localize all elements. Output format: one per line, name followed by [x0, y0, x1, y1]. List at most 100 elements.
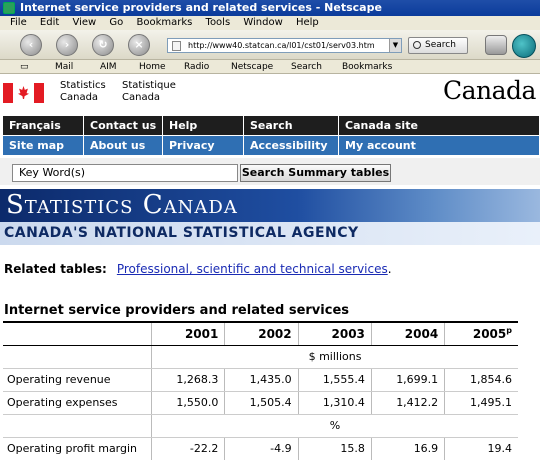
nav-my-account[interactable]: My account [339, 136, 540, 156]
unit-row: $ millions [3, 345, 518, 369]
banner-title: Statistics Canada [0, 189, 540, 222]
table-cell: -4.9 [224, 437, 299, 460]
header-year: 2001 [151, 321, 225, 346]
statcan-name-fr: Statistique Canada [122, 80, 176, 103]
table-cell: 1,268.3 [151, 368, 225, 392]
nav-site-map[interactable]: Site map [3, 136, 84, 156]
nav-francais[interactable]: Français [3, 116, 84, 136]
bookmark-aim[interactable]: AIM [100, 60, 117, 74]
related-tables-suffix: . [387, 262, 392, 276]
nav-privacy[interactable]: Privacy [163, 136, 244, 156]
nav-help[interactable]: Help [163, 116, 244, 136]
back-button[interactable]: ‹ [20, 34, 42, 56]
table-cell: 1,550.0 [151, 391, 225, 415]
table-row: Operating expenses 1,550.0 1,505.4 1,310… [3, 391, 518, 415]
header-year-text: 2005 [472, 327, 507, 342]
table-cell: 1,310.4 [297, 391, 372, 415]
statcan-name-en: Statistics Canada [60, 80, 106, 103]
table-cell: 1,495.1 [444, 391, 518, 415]
reload-button[interactable]: ↻ [92, 34, 114, 56]
tab-icon[interactable]: ▭ [20, 60, 29, 74]
canada-flag-icon [3, 83, 44, 103]
bookmark-mail[interactable]: Mail [55, 60, 73, 74]
menu-tools[interactable]: Tools [206, 17, 231, 28]
table-title: Internet service providers and related s… [4, 303, 350, 318]
url-field[interactable]: http://www40.statcan.ca/l01/cst01/serv03… [167, 38, 402, 53]
nav-about-us[interactable]: About us [84, 136, 163, 156]
netscape-throbber-icon[interactable] [512, 34, 536, 58]
table-cell: -22.2 [151, 437, 225, 460]
unit-millions: $ millions [151, 345, 518, 369]
bookmark-search[interactable]: Search [291, 60, 322, 74]
forward-button[interactable]: › [56, 34, 78, 56]
row-label: Operating profit margin [7, 442, 138, 456]
bookmark-radio[interactable]: Radio [184, 60, 209, 74]
related-tables-label: Related tables: [4, 262, 107, 276]
menu-file[interactable]: File [10, 17, 27, 28]
row-label: Operating expenses [3, 391, 152, 415]
menu-bar: File Edit View Go Bookmarks Tools Window… [0, 16, 540, 30]
window-title: Internet service providers and related s… [20, 1, 382, 14]
keyword-input[interactable]: Key Word(s) [12, 164, 238, 182]
url-text: http://www40.statcan.ca/l01/cst01/serv03… [188, 41, 375, 50]
table-row: Operating revenue 1,268.3 1,435.0 1,555.… [3, 368, 518, 392]
stop-button[interactable]: × [128, 34, 150, 56]
unit-percent: % [151, 414, 518, 438]
menu-go[interactable]: Go [109, 17, 123, 28]
nav-row-2: Site map About us Privacy Accessibility … [3, 136, 540, 156]
table-cell: 16.9 [370, 437, 445, 460]
keyword-search-row: Key Word(s) Search Summary tables [0, 158, 540, 185]
related-tables: Related tables: Professional, scientific … [4, 262, 392, 276]
netscape-icon [3, 2, 15, 14]
search-summary-tables-button[interactable]: Search Summary tables [240, 164, 391, 182]
unit-row: % [3, 414, 518, 438]
navigation-toolbar: ‹ › ↻ × http://www40.statcan.ca/l01/cst0… [0, 30, 540, 60]
table-cell: 1,555.4 [297, 368, 372, 392]
header-blank [3, 321, 152, 346]
site-navigation: Français Contact us Help Search Canada s… [3, 116, 540, 156]
nav-canada-site[interactable]: Canada site [339, 116, 540, 136]
table-cell: 1,505.4 [224, 391, 299, 415]
menu-window[interactable]: Window [243, 17, 282, 28]
table-cell: 1,699.1 [370, 368, 445, 392]
table-cell: 19.4 [444, 437, 518, 460]
personal-toolbar: ▭ Mail AIM Home Radio Netscape Search Bo… [0, 60, 540, 74]
toolbar-search-label: Search [425, 40, 456, 50]
canada-wordmark: Canada [443, 76, 536, 105]
unit-blank [3, 414, 152, 438]
menu-help[interactable]: Help [296, 17, 319, 28]
table-header-row: 2001 2002 2003 2004 2005p [3, 321, 518, 346]
statcan-banner: Statistics Canada CANADA'S NATIONAL STAT… [0, 189, 540, 245]
banner-subtitle: CANADA'S NATIONAL STATISTICAL AGENCY [0, 222, 540, 245]
menu-edit[interactable]: Edit [40, 17, 59, 28]
page-content: Statistics Canada Statistique Canada Can… [0, 75, 540, 466]
bookmark-bookmarks[interactable]: Bookmarks [342, 60, 392, 74]
table-cell: 15.8 [297, 437, 372, 460]
url-dropdown-icon[interactable]: ▼ [389, 39, 401, 52]
nav-row-1: Français Contact us Help Search Canada s… [3, 116, 540, 136]
print-icon[interactable] [485, 35, 507, 55]
nav-contact-us[interactable]: Contact us [84, 116, 163, 136]
table-cell: 1,435.0 [224, 368, 299, 392]
search-icon [413, 41, 421, 49]
nav-accessibility[interactable]: Accessibility [244, 136, 339, 156]
table-cell: 1,412.2 [370, 391, 445, 415]
nav-search[interactable]: Search [244, 116, 339, 136]
table-cell: 1,854.6 [444, 368, 518, 392]
unit-blank [3, 345, 152, 369]
maple-leaf-icon [18, 86, 29, 99]
preliminary-marker: p [506, 326, 512, 336]
menu-bookmarks[interactable]: Bookmarks [136, 17, 192, 28]
row-label: Operating revenue [3, 368, 152, 392]
header-year: 2004 [370, 321, 445, 346]
menu-view[interactable]: View [72, 17, 96, 28]
bookmark-netscape[interactable]: Netscape [231, 60, 273, 74]
toolbar-search-button[interactable]: Search [408, 37, 468, 54]
related-tables-link[interactable]: Professional, scientific and technical s… [117, 262, 388, 276]
header-year: 2002 [224, 321, 299, 346]
bookmark-home[interactable]: Home [139, 60, 166, 74]
window-title-bar: Internet service providers and related s… [0, 0, 540, 16]
page-icon [172, 41, 181, 51]
header-year: 2003 [297, 321, 372, 346]
table-row: Operating profit margin -22.2 -4.9 15.8 … [3, 437, 518, 460]
